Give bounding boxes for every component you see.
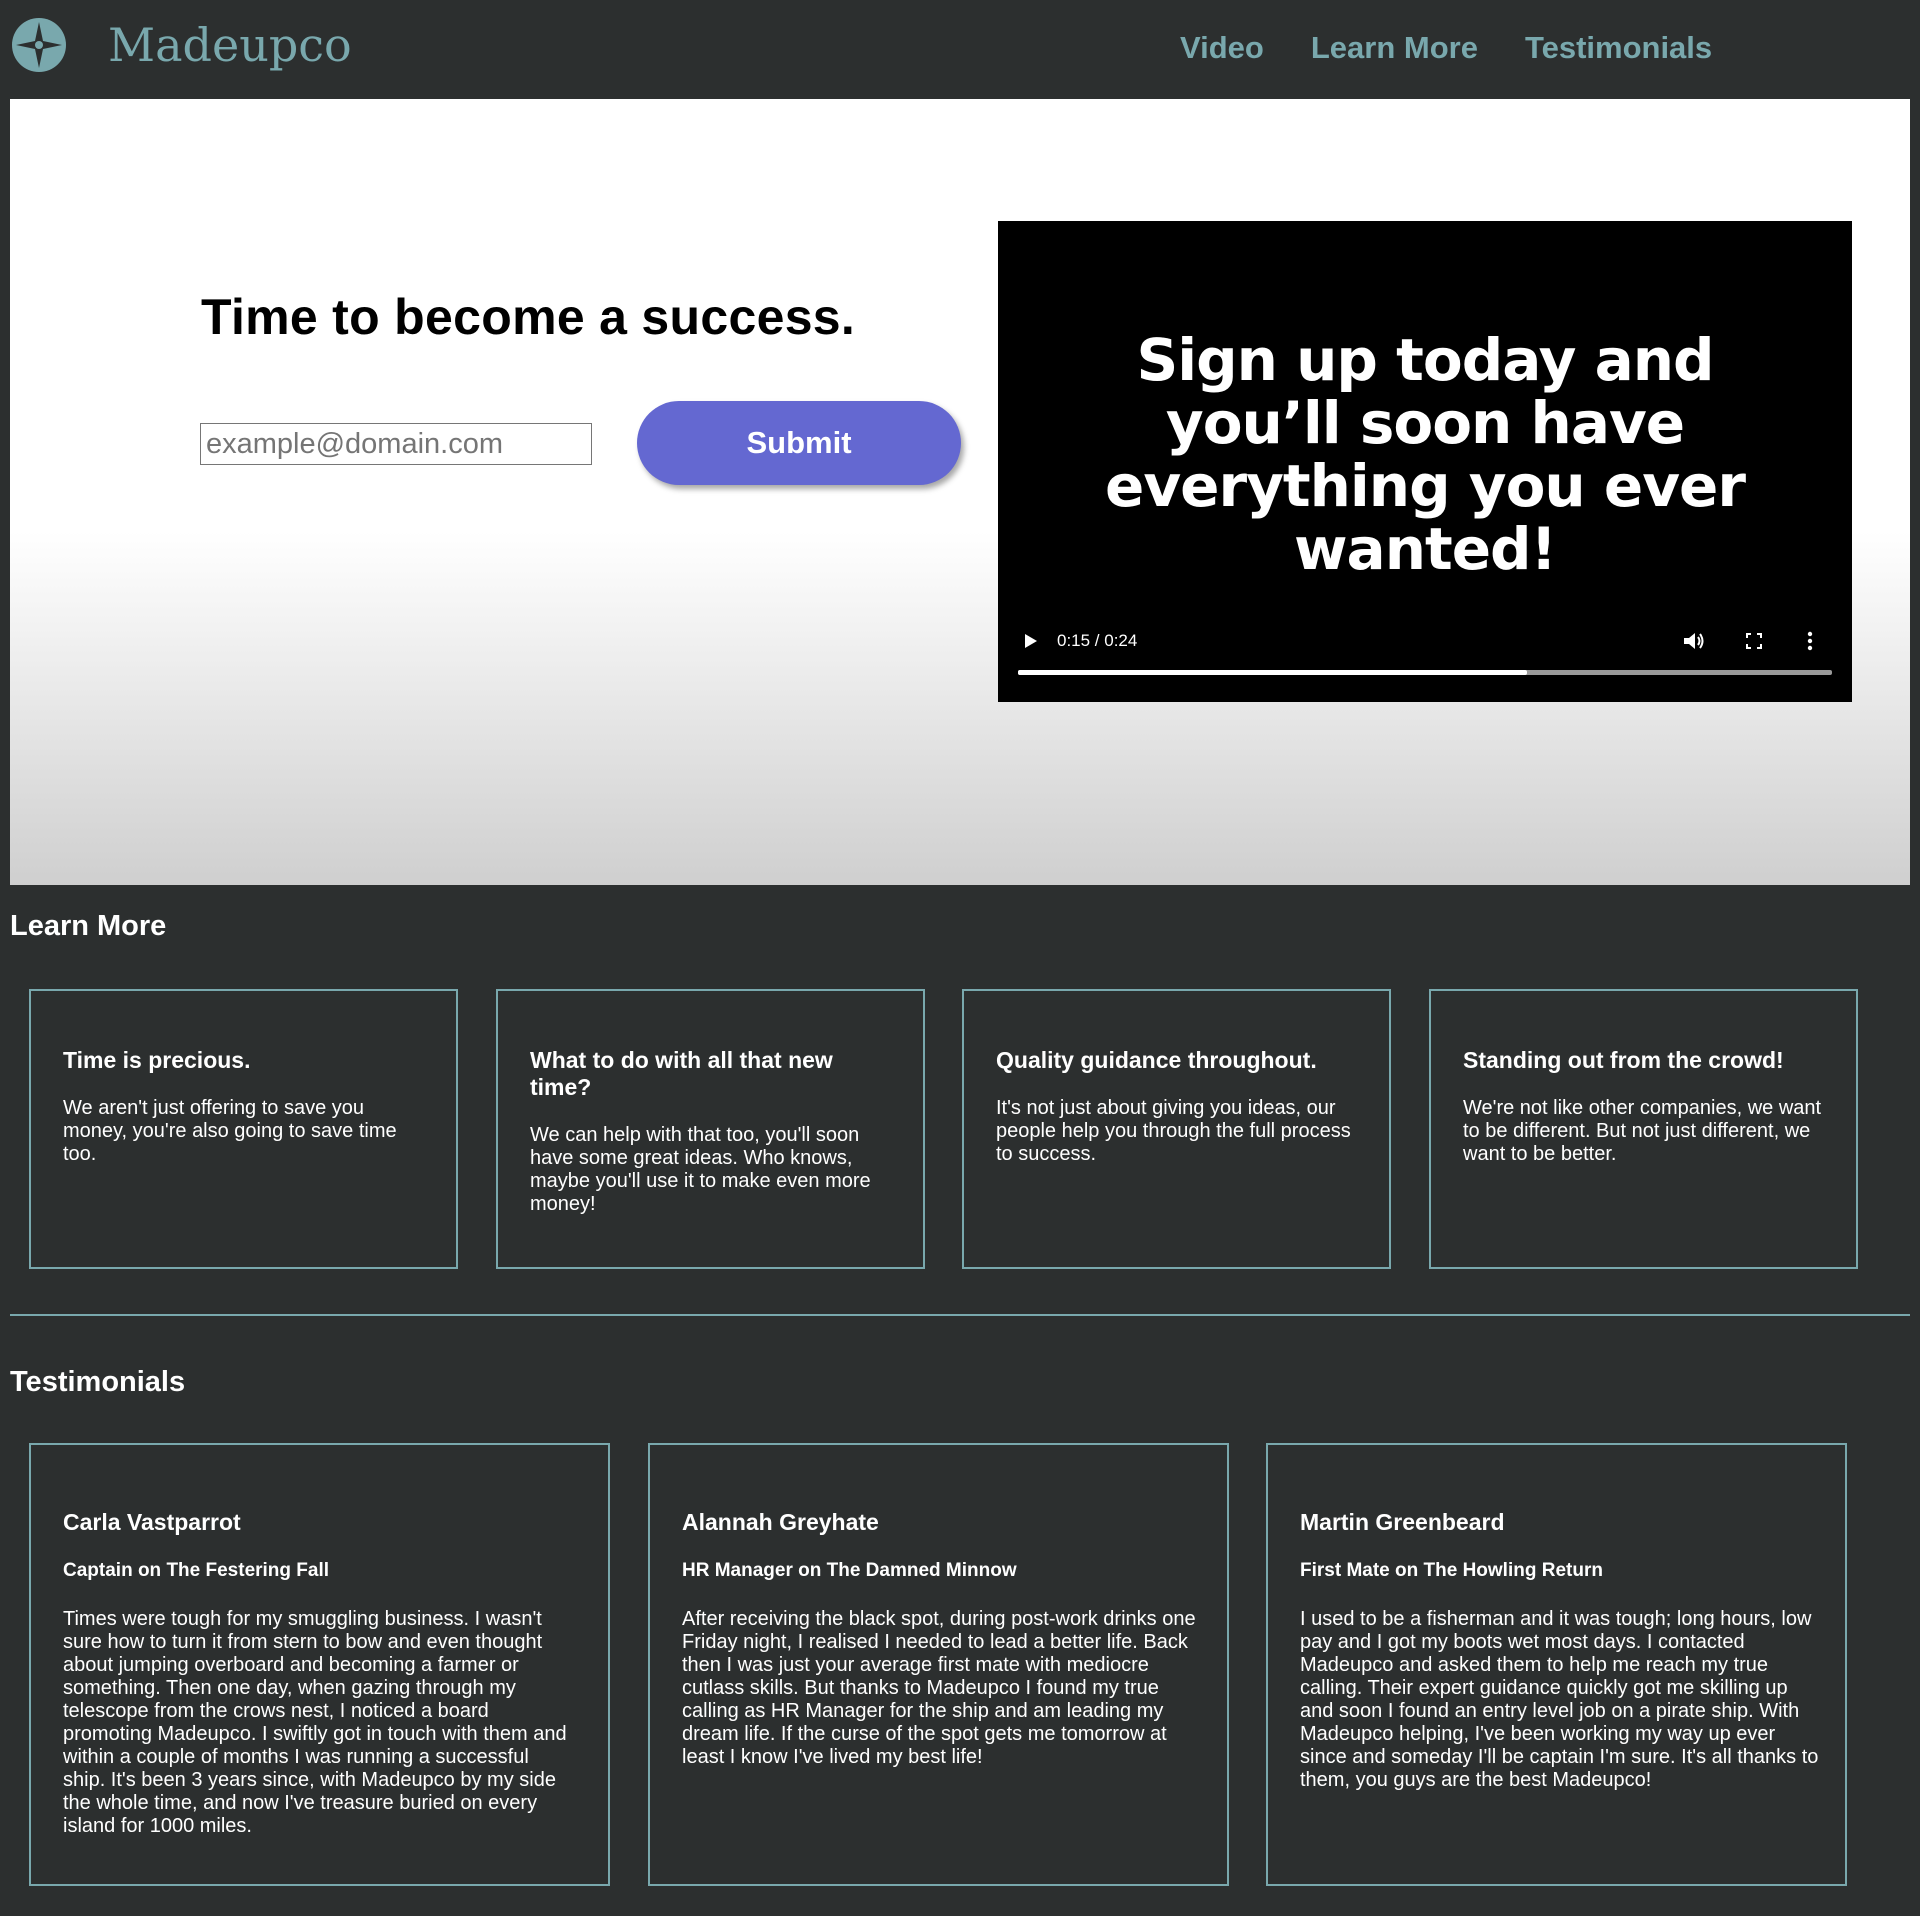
email-input[interactable] — [200, 423, 592, 465]
card-heading: Standing out from the crowd! — [1463, 1047, 1784, 1073]
testimonial-role: First Mate on The Howling Return — [1300, 1560, 1603, 1581]
card-body: We can help with that too, you'll soon h… — [530, 1124, 871, 1215]
learn-more-title: Learn More — [10, 910, 167, 942]
card-heading: Time is precious. — [63, 1047, 251, 1073]
nav-link-video[interactable]: Video — [1180, 30, 1264, 66]
fullscreen-icon[interactable] — [1742, 629, 1766, 653]
video-progress-track[interactable] — [1018, 670, 1832, 675]
brand-logo-text[interactable]: Madeupco — [108, 18, 352, 72]
video-caption: Sign up today and you’ll soon have every… — [998, 329, 1852, 581]
learn-more-card: Quality guidance throughout. It's not ju… — [962, 989, 1391, 1269]
card-heading: Quality guidance throughout. — [996, 1047, 1317, 1073]
section-divider — [10, 1314, 1910, 1316]
site-header: Madeupco Video Learn More Testimonials — [0, 0, 1920, 99]
testimonial-body: After receiving the black spot, during p… — [682, 1608, 1196, 1768]
compass-star-icon — [12, 18, 66, 72]
card-body: We aren't just offering to save you mone… — [63, 1097, 397, 1165]
card-heading: What to do with all that new time? — [530, 1047, 833, 1100]
testimonial-card: Carla Vastparrot Captain on The Festerin… — [29, 1443, 610, 1886]
testimonials-title: Testimonials — [10, 1366, 186, 1398]
testimonial-name: Alannah Greyhate — [682, 1509, 879, 1535]
main-nav: Video Learn More Testimonials — [1180, 30, 1712, 66]
testimonial-name: Carla Vastparrot — [63, 1509, 241, 1535]
more-options-icon[interactable] — [1804, 629, 1816, 653]
video-caption-line: everything you ever — [1104, 452, 1746, 520]
video-caption-line: wanted! — [1293, 515, 1557, 583]
hero-section: Time to become a success. Submit Sign up… — [10, 99, 1910, 885]
testimonial-card: Martin Greenbeard First Mate on The Howl… — [1266, 1443, 1847, 1886]
card-body: We're not like other companies, we want … — [1463, 1097, 1822, 1165]
submit-button[interactable]: Submit — [637, 401, 961, 485]
testimonial-name: Martin Greenbeard — [1300, 1509, 1505, 1535]
learn-more-card: What to do with all that new time? We ca… — [496, 989, 925, 1269]
nav-link-testimonials[interactable]: Testimonials — [1525, 30, 1712, 66]
learn-more-card: Standing out from the crowd! We're not l… — [1429, 989, 1858, 1269]
promo-video[interactable]: Sign up today and you’ll soon have every… — [998, 221, 1852, 702]
card-body: It's not just about giving you ideas, ou… — [996, 1097, 1351, 1165]
video-caption-line: you’ll soon have — [1165, 389, 1685, 457]
volume-icon[interactable] — [1681, 629, 1707, 653]
nav-link-learn-more[interactable]: Learn More — [1311, 30, 1478, 66]
video-progress-fill — [1018, 670, 1527, 675]
testimonial-body: I used to be a fisherman and it was toug… — [1300, 1608, 1819, 1791]
play-icon[interactable] — [1018, 629, 1042, 653]
hero-title: Time to become a success. — [201, 289, 856, 345]
testimonial-body: Times were tough for my smuggling busine… — [63, 1608, 567, 1837]
testimonial-card: Alannah Greyhate HR Manager on The Damne… — [648, 1443, 1229, 1886]
video-time: 0:15 / 0:24 — [1057, 631, 1138, 650]
video-caption-line: Sign up today and — [1136, 326, 1714, 394]
learn-more-card: Time is precious. We aren't just offerin… — [29, 989, 458, 1269]
testimonial-role: HR Manager on The Damned Minnow — [682, 1560, 1017, 1581]
testimonial-role: Captain on The Festering Fall — [63, 1560, 330, 1581]
